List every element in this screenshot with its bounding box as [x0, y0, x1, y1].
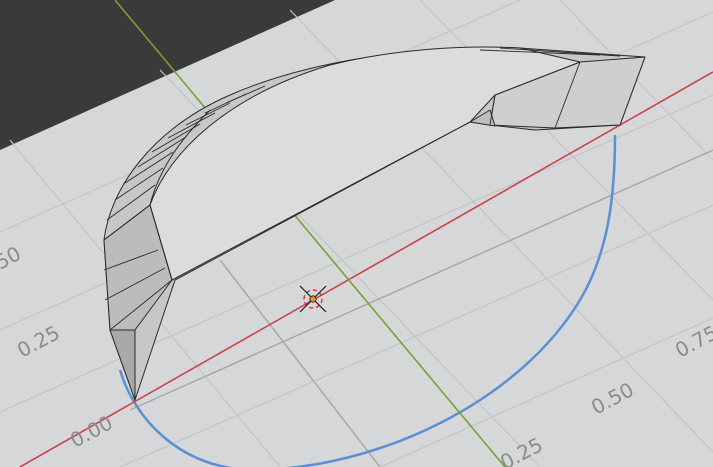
3d-viewport[interactable]: 0.00 0.25 50 0.50 0.75 0.25: [0, 0, 713, 467]
origin-cursor-icon[interactable]: [299, 285, 327, 313]
